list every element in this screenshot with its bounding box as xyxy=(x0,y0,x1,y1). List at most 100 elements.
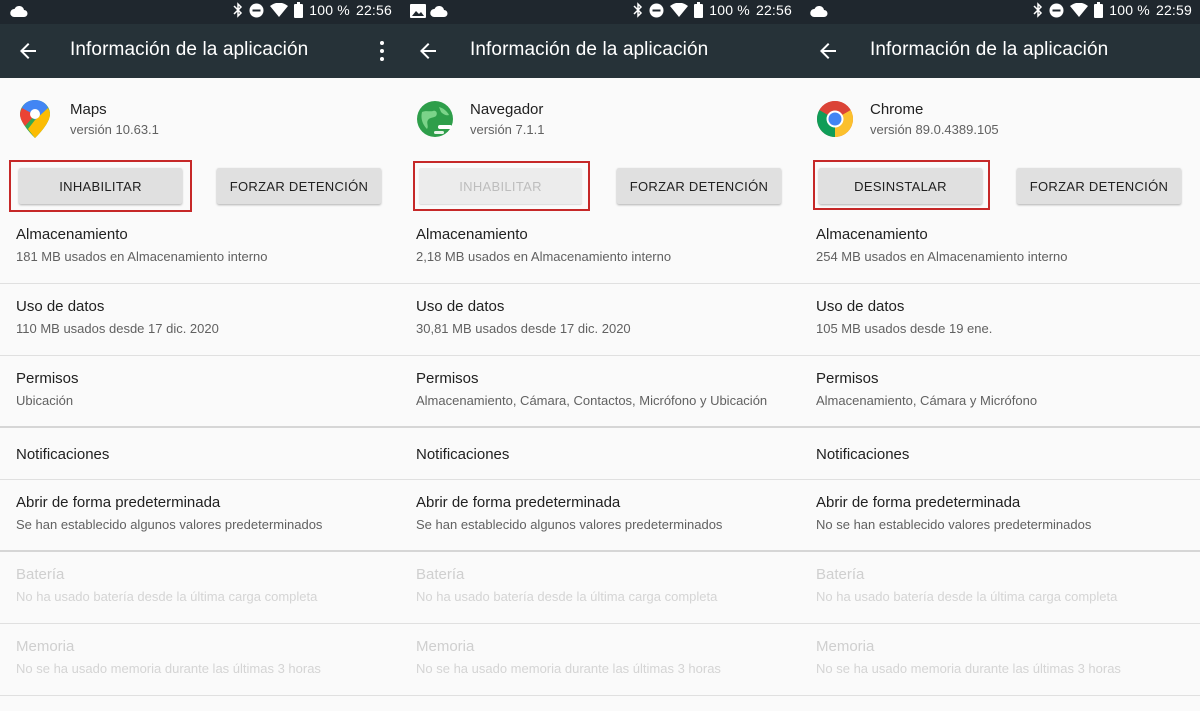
notifications-item[interactable]: Notificaciones xyxy=(0,428,400,480)
item-title: Memoria xyxy=(16,638,75,655)
item-title: Notificaciones xyxy=(816,446,910,463)
highlight-box xyxy=(413,161,590,211)
data-usage-item[interactable]: Uso de datos 105 MB usados desde 19 ene. xyxy=(800,284,1200,356)
item-subtitle: 110 MB usados desde 17 dic. 2020 xyxy=(16,321,219,336)
item-title: Uso de datos xyxy=(16,298,105,315)
page-title: Información de la aplicación xyxy=(70,39,309,60)
app-info-panel-navegador: 100 % 22:56 Información de la aplicación… xyxy=(400,0,800,711)
app-name: Chrome xyxy=(870,101,924,118)
item-subtitle: Se han establecido algunos valores prede… xyxy=(16,517,323,532)
memory-item: Memoria No se ha usado memoria durante l… xyxy=(0,624,400,696)
item-title: Notificaciones xyxy=(16,446,110,463)
battery-item: Batería No ha usado batería desde la últ… xyxy=(800,552,1200,624)
item-title: Almacenamiento xyxy=(816,226,928,243)
item-subtitle: 2,18 MB usados en Almacenamiento interno xyxy=(416,249,672,264)
storage-item[interactable]: Almacenamiento 2,18 MB usados en Almacen… xyxy=(400,212,800,284)
battery-icon xyxy=(1094,2,1104,18)
item-subtitle: No se ha usado memoria durante las últim… xyxy=(416,661,721,676)
app-version: versión 7.1.1 xyxy=(470,122,545,137)
item-subtitle: 254 MB usados en Almacenamiento interno xyxy=(816,249,1068,264)
status-bar: 100 % 22:56 xyxy=(0,0,400,24)
app-info-panel-chrome: 100 % 22:59 Información de la aplicación… xyxy=(800,0,1200,711)
item-title: Permisos xyxy=(16,370,79,387)
do-not-disturb-icon xyxy=(1049,3,1064,17)
item-subtitle: 181 MB usados en Almacenamiento interno xyxy=(16,249,268,264)
item-title: Notificaciones xyxy=(416,446,510,463)
back-arrow-icon[interactable] xyxy=(416,39,440,63)
force-stop-button[interactable]: FORZAR DETENCIÓN xyxy=(217,168,381,204)
force-stop-button[interactable]: FORZAR DETENCIÓN xyxy=(1017,168,1181,204)
app-version: versión 89.0.4389.105 xyxy=(870,122,999,137)
data-usage-item[interactable]: Uso de datos 30,81 MB usados desde 17 di… xyxy=(400,284,800,356)
wifi-icon xyxy=(270,3,289,17)
item-subtitle: Se han establecido algunos valores prede… xyxy=(416,517,723,532)
back-arrow-icon[interactable] xyxy=(816,39,840,63)
open-by-default-item[interactable]: Abrir de forma predeterminada Se han est… xyxy=(0,480,400,552)
battery-item: Batería No ha usado batería desde la últ… xyxy=(0,552,400,624)
page-title: Información de la aplicación xyxy=(470,39,709,60)
app-name: Navegador xyxy=(470,101,544,118)
chrome-icon xyxy=(816,100,854,137)
open-by-default-item[interactable]: Abrir de forma predeterminada Se han est… xyxy=(400,480,800,552)
item-title: Permisos xyxy=(416,370,479,387)
item-title: Uso de datos xyxy=(416,298,505,315)
notifications-item[interactable]: Notificaciones xyxy=(400,428,800,480)
item-title: Almacenamiento xyxy=(16,226,128,243)
item-title: Abrir de forma predeterminada xyxy=(816,494,1021,511)
battery-percent: 100 % xyxy=(1109,2,1150,18)
item-title: Batería xyxy=(816,566,865,583)
item-subtitle: No se ha usado memoria durante las últim… xyxy=(816,661,1121,676)
item-title: Memoria xyxy=(816,638,875,655)
battery-percent: 100 % xyxy=(309,2,350,18)
app-header: Chrome versión 89.0.4389.105 xyxy=(800,78,1200,158)
item-title: Permisos xyxy=(816,370,879,387)
item-title: Almacenamiento xyxy=(416,226,528,243)
item-title: Memoria xyxy=(416,638,475,655)
item-title: Abrir de forma predeterminada xyxy=(416,494,621,511)
app-bar: Información de la aplicación xyxy=(800,24,1200,78)
highlight-box xyxy=(9,160,192,212)
open-by-default-item[interactable]: Abrir de forma predeterminada No se han … xyxy=(800,480,1200,552)
browser-globe-icon xyxy=(417,101,453,137)
item-subtitle: No se ha usado memoria durante las últim… xyxy=(16,661,321,676)
image-icon xyxy=(410,4,426,18)
item-subtitle: No ha usado batería desde la última carg… xyxy=(16,589,318,604)
item-title: Batería xyxy=(16,566,65,583)
cloud-icon xyxy=(810,5,828,17)
battery-icon xyxy=(694,2,704,18)
page-title: Información de la aplicación xyxy=(870,39,1109,60)
item-subtitle: 105 MB usados desde 19 ene. xyxy=(816,321,993,336)
app-bar: Información de la aplicación xyxy=(0,24,400,78)
wifi-icon xyxy=(1070,3,1089,17)
battery-item: Batería No ha usado batería desde la últ… xyxy=(400,552,800,624)
item-subtitle: No se han establecido valores predetermi… xyxy=(816,517,1092,532)
wifi-icon xyxy=(670,3,689,17)
action-buttons: INHABILITAR FORZAR DETENCIÓN xyxy=(400,158,800,212)
clock: 22:56 xyxy=(755,2,792,18)
item-subtitle: Ubicación xyxy=(16,393,74,408)
permissions-item[interactable]: Permisos Almacenamiento, Cámara, Contact… xyxy=(400,356,800,428)
clock: 22:59 xyxy=(1155,2,1192,18)
app-header: Navegador versión 7.1.1 xyxy=(400,78,800,158)
item-subtitle: No ha usado batería desde la última carg… xyxy=(416,589,718,604)
action-buttons: INHABILITAR FORZAR DETENCIÓN xyxy=(0,158,400,212)
force-stop-button[interactable]: FORZAR DETENCIÓN xyxy=(617,168,781,204)
item-title: Batería xyxy=(416,566,465,583)
more-options-icon[interactable] xyxy=(378,40,386,62)
permissions-item[interactable]: Permisos Ubicación xyxy=(0,356,400,428)
permissions-item[interactable]: Permisos Almacenamiento, Cámara y Micróf… xyxy=(800,356,1200,428)
notifications-item[interactable]: Notificaciones xyxy=(800,428,1200,480)
app-bar: Información de la aplicación xyxy=(400,24,800,78)
data-usage-item[interactable]: Uso de datos 110 MB usados desde 17 dic.… xyxy=(0,284,400,356)
do-not-disturb-icon xyxy=(249,3,264,17)
bluetooth-icon xyxy=(633,2,643,18)
storage-item[interactable]: Almacenamiento 254 MB usados en Almacena… xyxy=(800,212,1200,284)
storage-item[interactable]: Almacenamiento 181 MB usados en Almacena… xyxy=(0,212,400,284)
item-subtitle: No ha usado batería desde la última carg… xyxy=(816,589,1118,604)
item-title: Abrir de forma predeterminada xyxy=(16,494,221,511)
battery-percent: 100 % xyxy=(709,2,750,18)
app-info-panel-maps: 100 % 22:56 Información de la aplicación… xyxy=(0,0,400,711)
back-arrow-icon[interactable] xyxy=(16,39,40,63)
cloud-icon xyxy=(430,5,448,17)
battery-icon xyxy=(294,2,304,18)
